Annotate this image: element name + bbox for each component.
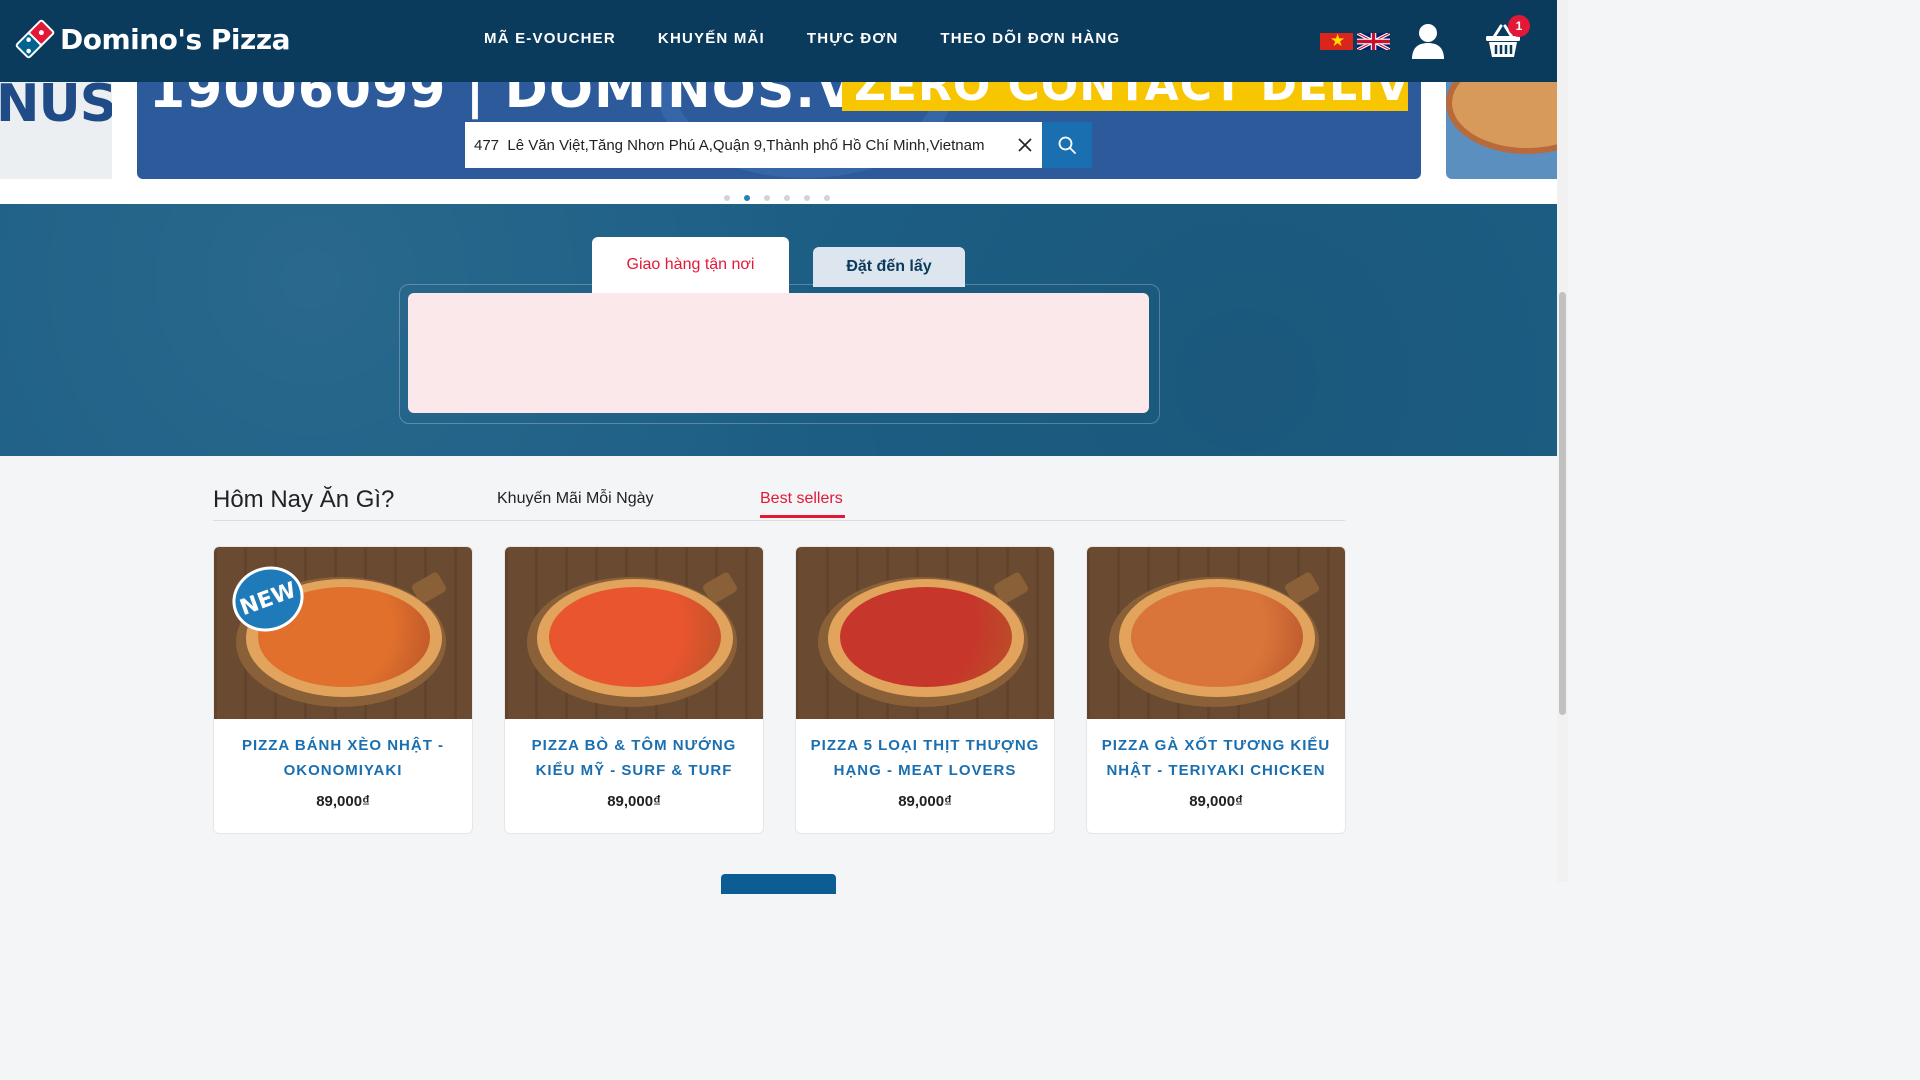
carousel-dot[interactable]	[724, 195, 730, 201]
banner-promo-text: ZERO CONTACT DELIVERY	[854, 82, 1408, 111]
tab-daily-promotions[interactable]: Khuyến Mãi Mỗi Ngày	[497, 490, 654, 508]
product-price: 89,000₫	[898, 793, 952, 810]
site-header: Domino's Pizza MÃ E-VOUCHER KHUYẾN MÃI T…	[0, 0, 1557, 82]
active-tab-indicator	[760, 515, 845, 518]
nav-item-menu[interactable]: THỰC ĐƠN	[807, 30, 899, 47]
banner-hotline-text: 19006099 | DOMINOS.VN	[149, 82, 902, 120]
product-name[interactable]: PIZZA BÁNH XÈO NHẬT - OKONOMIYAKI	[228, 733, 458, 783]
product-name[interactable]: PIZZA 5 LOẠI THỊT THƯỢNG HẠNG - MEAT LOV…	[810, 733, 1040, 783]
scrollbar-thumb[interactable]	[1559, 292, 1566, 715]
product-name[interactable]: PIZZA BÒ & TÔM NƯỚNG KIỂU MỸ - SURF & TU…	[519, 733, 749, 783]
pizza-topping	[1131, 587, 1303, 687]
product-card[interactable]: PIZZA 5 LOẠI THỊT THƯỢNG HẠNG - MEAT LOV…	[795, 546, 1055, 834]
clear-icon[interactable]	[1017, 137, 1033, 153]
section-heading: Hôm Nay Ăn Gì?	[213, 486, 395, 513]
carousel-pagination	[724, 195, 844, 201]
address-input[interactable]	[465, 122, 1042, 168]
domino-logo-icon	[15, 19, 55, 59]
product-card[interactable]: PIZZA GÀ XỐT TƯƠNG KIỂU NHẬT - TERIYAKI …	[1086, 546, 1346, 834]
banner-promo-strip: ZERO CONTACT DELIVERY	[842, 82, 1408, 111]
vietnam-flag-icon[interactable]: ★	[1320, 31, 1353, 50]
carousel-dot-active[interactable]	[744, 195, 750, 201]
order-search-section: Giao hàng tận nơi Đặt đến lấy	[0, 204, 1557, 456]
carousel-dot[interactable]	[764, 195, 770, 201]
tab-best-sellers[interactable]: Best sellers	[760, 490, 843, 508]
tab-delivery[interactable]: Giao hàng tận nơi	[592, 237, 789, 293]
nav-item-order-tracking[interactable]: THEO DÕI ĐƠN HÀNG	[940, 30, 1120, 47]
view-more-button[interactable]	[721, 874, 836, 894]
pizza-topping	[840, 587, 1012, 687]
product-image[interactable]	[1087, 547, 1345, 719]
banner-left-text: NUS.V	[0, 82, 112, 134]
dominos-logo[interactable]: Domino's Pizza	[14, 18, 291, 60]
cart-count-badge: 1	[1508, 15, 1530, 37]
product-image[interactable]	[796, 547, 1054, 719]
carousel-dot[interactable]	[804, 195, 810, 201]
banner-slide-previous[interactable]: NUS.V	[0, 82, 112, 179]
product-card[interactable]: PIZZA BÒ & TÔM NƯỚNG KIỂU MỸ - SURF & TU…	[504, 546, 764, 834]
product-card[interactable]: NEW PIZZA BÁNH XÈO NHẬT - OKONOMIYAKI 89…	[213, 546, 473, 834]
product-price: 89,000₫	[607, 793, 661, 810]
carousel-dot[interactable]	[784, 195, 790, 201]
search-panel	[408, 293, 1149, 413]
banner-pizza-image	[1446, 82, 1557, 154]
product-image[interactable]: NEW	[214, 547, 472, 719]
product-name[interactable]: PIZZA GÀ XỐT TƯƠNG KIỂU NHẬT - TERIYAKI …	[1101, 733, 1331, 783]
brand-name: Domino's Pizza	[60, 22, 291, 56]
main-nav: MÃ E-VOUCHER KHUYẾN MÃI THỰC ĐƠN THEO DÕ…	[484, 30, 1162, 47]
banner-slide-next[interactable]	[1446, 82, 1557, 179]
tab-pickup[interactable]: Đặt đến lấy	[813, 247, 965, 287]
product-price: 89,000₫	[1189, 793, 1243, 810]
uk-flag-icon[interactable]	[1357, 33, 1390, 50]
nav-item-evoucher[interactable]: MÃ E-VOUCHER	[484, 30, 616, 47]
carousel-dot[interactable]	[824, 195, 830, 201]
user-account-icon[interactable]	[1410, 22, 1446, 60]
search-button[interactable]	[1042, 122, 1092, 168]
product-image[interactable]	[505, 547, 763, 719]
pizza-topping	[549, 587, 721, 687]
search-icon	[1058, 136, 1076, 154]
nav-item-promotions[interactable]: KHUYẾN MÃI	[658, 30, 765, 47]
product-price: 89,000₫	[316, 793, 370, 810]
tabs-divider	[213, 520, 1345, 521]
